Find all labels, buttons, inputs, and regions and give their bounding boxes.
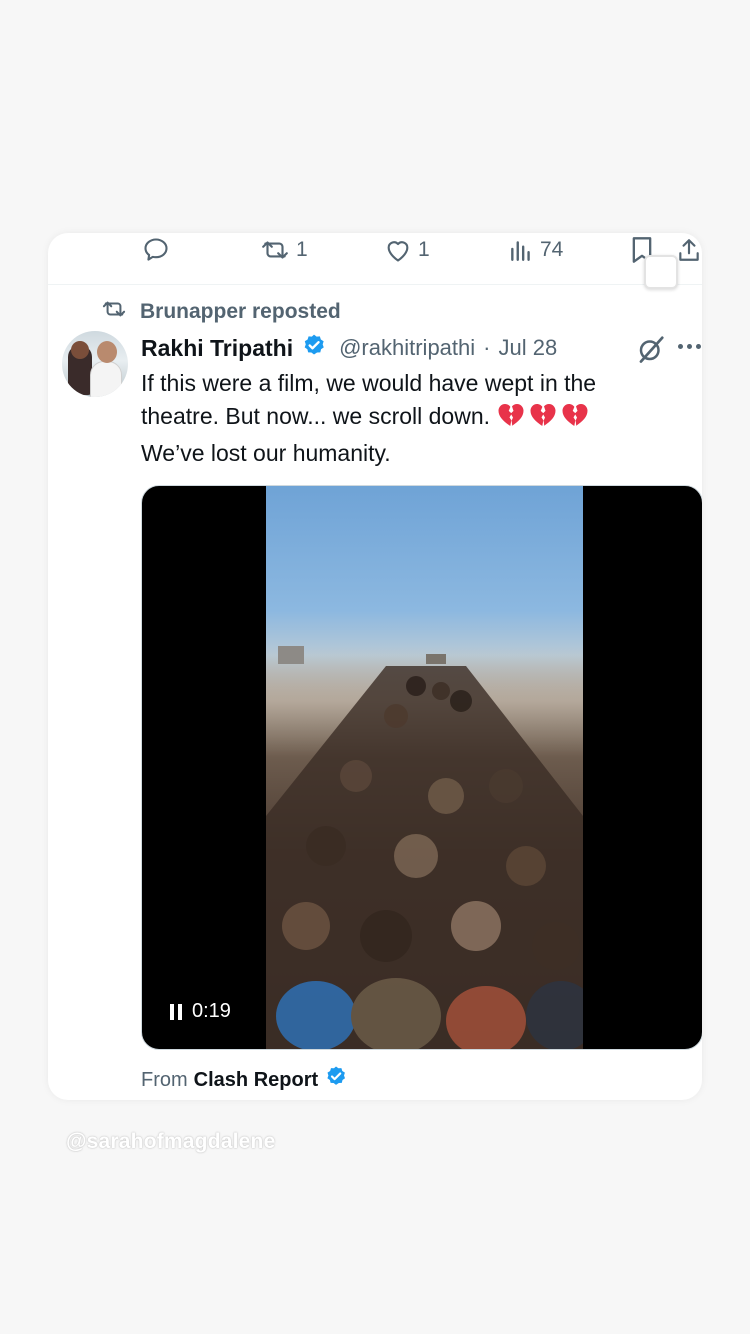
video-player[interactable]: 0:19 [141,485,702,1050]
retweet-icon [100,298,128,326]
analytics-icon [508,237,534,263]
tweet-text-line: theatre. But now... we scroll down. [141,400,691,437]
tweet-text-segment: theatre. But now... we scroll down. [141,403,491,429]
verified-badge-icon [324,1065,348,1095]
retweet-icon [260,237,290,263]
video-time-badge: 0:19 [170,1000,231,1023]
tweet-text: If this were a film, we would have wept … [141,367,691,470]
broken-heart-icon [528,400,558,437]
like-count: 1 [418,238,430,261]
views-count: 74 [540,238,564,261]
pause-icon[interactable] [170,1003,182,1020]
grok-icon[interactable] [636,334,666,369]
verified-badge-icon [301,333,327,364]
video-frame [266,486,583,1049]
tweet-card: 1 1 74 Brunapper reposted Rakhi Tripathi… [48,233,702,1100]
author-name[interactable]: Rakhi Tripathi [141,335,293,362]
views-button[interactable]: 74 [508,235,563,265]
tweet-text-line: If this were a film, we would have wept … [141,370,597,396]
tweet-header: Rakhi Tripathi @rakhitripathi · Jul 28 [141,331,557,365]
author-handle[interactable]: @rakhitripathi [339,335,475,361]
video-source: From Clash Report [141,1065,348,1095]
more-options-icon[interactable] [678,344,701,349]
source-name[interactable]: Clash Report [194,1069,318,1092]
crowd-scene-image [266,646,583,1049]
tweet-text-line: We’ve lost our humanity. [141,440,391,466]
separator-dot: · [483,335,491,360]
avatar[interactable] [62,331,128,397]
reply-icon [142,236,170,264]
like-button[interactable]: 1 [384,235,430,265]
source-prefix: From [141,1068,188,1091]
broken-heart-icon [560,400,590,437]
reply-button[interactable] [142,235,170,265]
video-elapsed-time: 0:19 [192,1000,231,1022]
share-icon [676,236,702,264]
broken-heart-emojis [496,400,590,437]
action-bar: 1 1 74 [48,233,702,289]
broken-heart-icon [496,400,526,437]
selection-checkbox[interactable] [644,255,678,289]
heart-icon [384,237,412,263]
repost-text[interactable]: Brunapper reposted [140,300,341,324]
retweet-count: 1 [296,238,308,261]
share-button[interactable] [676,235,702,265]
tweet-date[interactable]: Jul 28 [498,335,557,361]
retweet-button[interactable]: 1 [260,235,308,265]
username-watermark: @sarahofmagdalene [66,1130,276,1153]
repost-indicator: Brunapper reposted [100,297,341,327]
